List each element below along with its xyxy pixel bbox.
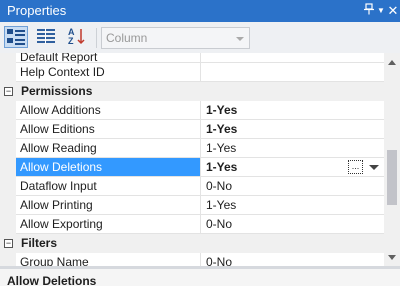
value-dropdown-icon[interactable] [369, 165, 379, 170]
property-row-default-report[interactable]: Default Report [0, 53, 384, 63]
toolbar-separator [96, 28, 97, 48]
property-name: Allow Deletions [16, 158, 201, 177]
properties-titlebar: Properties ▼ ✕ [0, 0, 400, 22]
category-permissions[interactable]: − Permissions [0, 82, 384, 101]
category-label: Permissions [21, 84, 93, 98]
object-selector-combo[interactable]: Column [101, 27, 250, 49]
description-pane: Allow Deletions [0, 269, 400, 286]
property-name: Default Report [16, 53, 201, 63]
object-selector-value: Column [106, 31, 148, 45]
properties-toolbar: A Z Column [0, 22, 400, 53]
window-title: Properties [7, 3, 67, 18]
property-value[interactable]: 1-Yes [201, 139, 384, 158]
close-icon[interactable]: ✕ [386, 3, 400, 19]
sort-az-icon[interactable]: A Z [66, 26, 90, 48]
property-row-allow-additions[interactable]: Allow Additions 1-Yes [0, 101, 384, 120]
property-row-allow-printing[interactable]: Allow Printing 1-Yes [0, 196, 384, 215]
property-value[interactable]: 0-No [201, 215, 384, 234]
property-name: Group Name [16, 253, 201, 266]
property-value[interactable]: 1-Yes [201, 196, 384, 215]
property-value[interactable] [201, 63, 384, 82]
property-row-help-context-id[interactable]: Help Context ID [0, 63, 384, 82]
property-grid: Default Report Help Context ID − Permiss… [0, 53, 384, 266]
property-value[interactable] [201, 53, 384, 63]
categorized-icon[interactable] [4, 26, 28, 48]
property-row-allow-exporting[interactable]: Allow Exporting 0-No [0, 215, 384, 234]
property-row-allow-reading[interactable]: Allow Reading 1-Yes [0, 139, 384, 158]
property-row-allow-editions[interactable]: Allow Editions 1-Yes [0, 120, 384, 139]
scrollbar-thumb[interactable] [387, 150, 397, 205]
category-label: Filters [21, 236, 58, 250]
property-row-dataflow-input[interactable]: Dataflow Input 0-No [0, 177, 384, 196]
property-name: Dataflow Input [16, 177, 201, 196]
description-title: Allow Deletions [7, 274, 97, 286]
scroll-up-icon[interactable] [388, 60, 396, 65]
property-name: Allow Printing [16, 196, 201, 215]
chevron-down-icon [236, 37, 244, 41]
collapse-icon[interactable]: − [4, 239, 13, 248]
vertical-scrollbar[interactable] [384, 53, 400, 266]
collapse-icon[interactable]: − [4, 87, 13, 96]
ellipsis-button[interactable]: ... [348, 160, 363, 174]
property-row-group-name[interactable]: Group Name 0-No [0, 253, 384, 266]
property-name: Allow Additions [16, 101, 201, 120]
property-value[interactable]: 0-No [201, 253, 384, 266]
property-row-allow-deletions[interactable]: Allow Deletions 1-Yes ... [0, 158, 384, 177]
property-value[interactable]: 1-Yes [201, 101, 384, 120]
property-name: Allow Exporting [16, 215, 201, 234]
property-name: Help Context ID [16, 63, 201, 82]
svg-text:Z: Z [68, 36, 74, 46]
property-name: Allow Reading [16, 139, 201, 158]
property-pages-icon[interactable] [35, 26, 59, 48]
category-filters[interactable]: − Filters [0, 234, 384, 253]
scroll-down-icon[interactable] [388, 255, 396, 260]
property-value[interactable]: 0-No [201, 177, 384, 196]
property-name: Allow Editions [16, 120, 201, 139]
property-value[interactable]: 1-Yes [201, 120, 384, 139]
